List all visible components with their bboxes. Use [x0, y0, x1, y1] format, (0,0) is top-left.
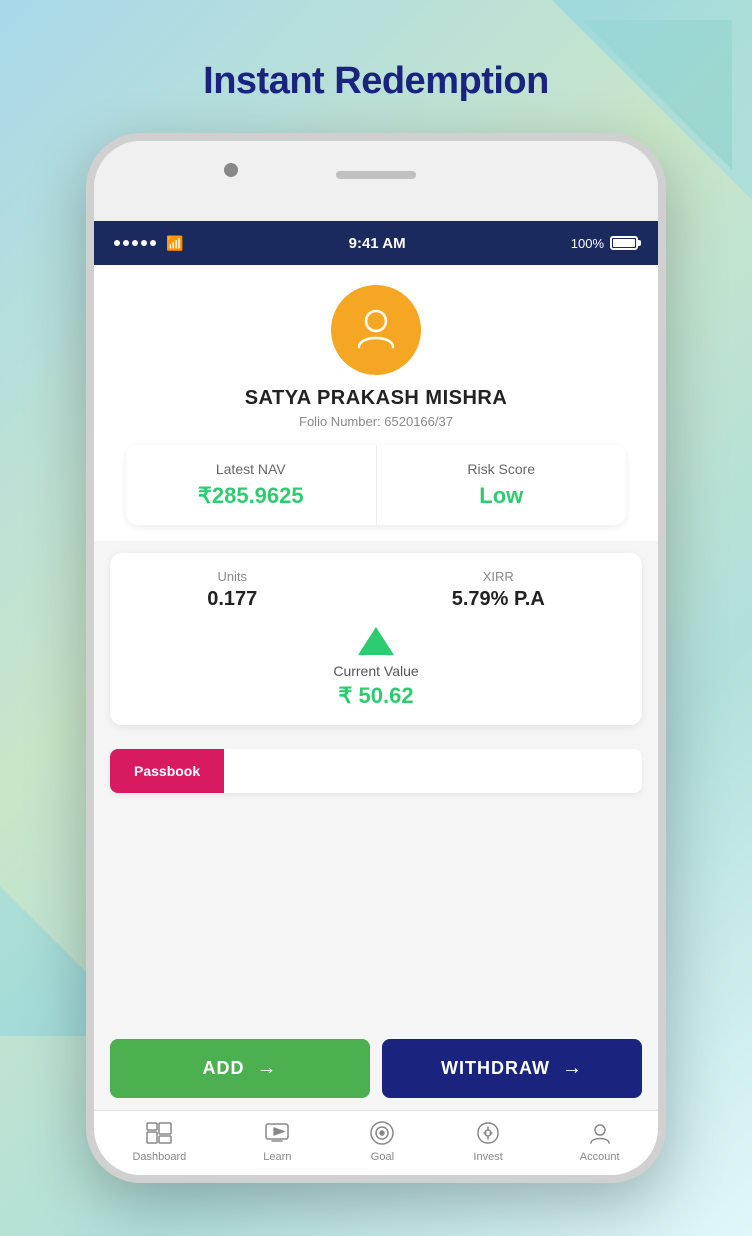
current-value-label: Current Value	[333, 663, 418, 679]
nav-label-account: Account	[580, 1151, 620, 1163]
risk-score-item: Risk Score Low	[377, 445, 627, 525]
units-value: 0.177	[207, 588, 257, 611]
account-icon	[586, 1119, 614, 1147]
bottom-nav: Dashboard Learn	[94, 1110, 658, 1175]
status-bar: 📶 9:41 AM 100%	[94, 221, 658, 265]
nav-label-invest: Invest	[473, 1151, 502, 1163]
withdraw-arrow-icon: →	[562, 1057, 583, 1080]
risk-score-label: Risk Score	[467, 461, 535, 477]
latest-nav-label: Latest NAV	[216, 461, 286, 477]
xirr-value: 5.79% P.A	[452, 588, 545, 611]
nav-item-invest[interactable]: Invest	[473, 1119, 502, 1163]
passbook-content-area	[224, 749, 272, 793]
status-right: 100%	[571, 236, 638, 251]
latest-nav-item: Latest NAV ₹285.9625	[126, 445, 377, 525]
folio-number: Folio Number: 6520166/37	[299, 414, 453, 429]
user-avatar-icon	[351, 303, 401, 358]
profile-section: SATYA PRAKASH MISHRA Folio Number: 65201…	[94, 265, 658, 541]
nav-item-dashboard[interactable]: Dashboard	[132, 1119, 186, 1163]
passbook-active-tab[interactable]: Passbook	[110, 749, 224, 793]
withdraw-label: WITHDRAW	[441, 1058, 550, 1079]
action-buttons: ADD → WITHDRAW →	[110, 1039, 642, 1098]
phone-camera	[224, 163, 238, 177]
nav-item-account[interactable]: Account	[580, 1119, 620, 1163]
user-name: SATYA PRAKASH MISHRA	[245, 387, 508, 410]
nav-risk-card: Latest NAV ₹285.9625 Risk Score Low	[126, 445, 626, 525]
withdraw-button[interactable]: WITHDRAW →	[382, 1039, 642, 1098]
add-button[interactable]: ADD →	[110, 1039, 370, 1098]
dashboard-icon	[145, 1119, 173, 1147]
units-label: Units	[217, 569, 247, 584]
status-time: 9:41 AM	[349, 235, 406, 252]
passbook-section[interactable]: Passbook	[110, 749, 642, 793]
nav-label-learn: Learn	[263, 1151, 291, 1163]
phone-speaker	[336, 171, 416, 179]
battery-fill	[613, 239, 635, 247]
nav-label-dashboard: Dashboard	[132, 1151, 186, 1163]
units-xirr-row: Units 0.177 XIRR 5.79% P.A	[110, 569, 642, 611]
avatar	[331, 285, 421, 375]
xirr-label: XIRR	[483, 569, 514, 584]
nav-label-goal: Goal	[371, 1151, 394, 1163]
latest-nav-value: ₹285.9625	[198, 483, 304, 509]
phone-frame: 📶 9:41 AM 100% SATY	[86, 133, 666, 1183]
phone-top	[94, 141, 658, 221]
page-title: Instant Redemption	[203, 60, 549, 103]
signal-dots	[114, 240, 156, 246]
wifi-icon: 📶	[166, 235, 183, 252]
learn-icon	[263, 1119, 291, 1147]
add-arrow-icon: →	[257, 1057, 278, 1080]
nav-item-goal[interactable]: Goal	[368, 1119, 396, 1163]
current-value-amount: ₹ 50.62	[338, 683, 413, 709]
xirr-item: XIRR 5.79% P.A	[452, 569, 545, 611]
stats-card: Units 0.177 XIRR 5.79% P.A Current Value…	[110, 553, 642, 725]
battery-percentage: 100%	[571, 236, 604, 251]
info-cards-wrapper: Latest NAV ₹285.9625 Risk Score Low	[94, 445, 658, 525]
up-triangle-icon	[358, 627, 394, 655]
invest-icon	[474, 1119, 502, 1147]
units-item: Units 0.177	[207, 569, 257, 611]
add-label: ADD	[203, 1058, 245, 1079]
battery-icon	[610, 236, 638, 250]
status-left: 📶	[114, 235, 183, 252]
risk-score-value: Low	[479, 483, 523, 509]
nav-item-learn[interactable]: Learn	[263, 1119, 291, 1163]
phone-screen: SATYA PRAKASH MISHRA Folio Number: 65201…	[94, 265, 658, 1175]
current-value-section: Current Value ₹ 50.62	[110, 627, 642, 709]
goal-icon	[368, 1119, 396, 1147]
